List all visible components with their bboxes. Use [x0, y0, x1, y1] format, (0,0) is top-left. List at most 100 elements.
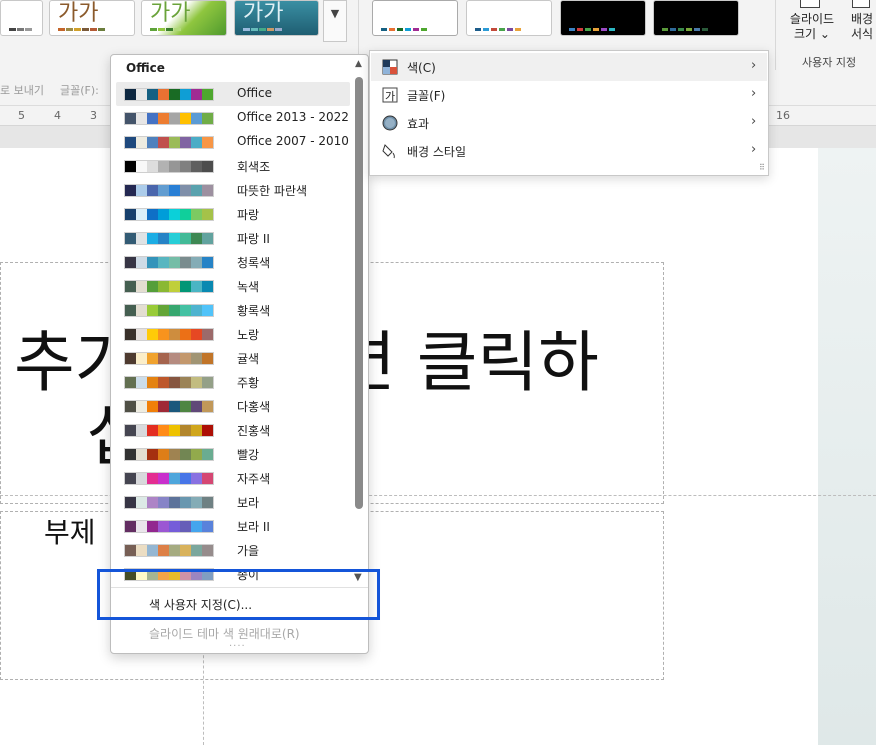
color-scheme-item[interactable]: 보라 [116, 490, 350, 514]
color-scheme-item[interactable]: Office [116, 82, 350, 106]
color-scheme-item[interactable]: 보라 II [116, 514, 350, 538]
theme-thumbnail[interactable] [0, 0, 43, 36]
variant-thumbnail[interactable] [466, 0, 552, 36]
scroll-up-arrow-icon[interactable]: ▲ [355, 59, 362, 69]
color-scheme-item[interactable]: 파랑 [116, 202, 350, 226]
color-swatch [125, 473, 136, 484]
color-scheme-name: 주황 [237, 376, 260, 390]
color-swatch [180, 521, 191, 532]
color-scheme-item[interactable]: 회색조 [116, 154, 350, 178]
color-scheme-item[interactable]: 녹색 [116, 274, 350, 298]
submenu-item-effects[interactable]: 효과 › [371, 109, 767, 137]
color-swatches [124, 424, 214, 437]
theme-thumbnail[interactable]: 가가 [141, 0, 227, 36]
color-swatch [158, 233, 169, 244]
color-swatch [191, 257, 202, 268]
color-scheme-item[interactable]: 진홍색 [116, 418, 350, 442]
chevron-down-icon: ▼ [330, 7, 340, 20]
color-swatch [191, 209, 202, 220]
color-scheme-dropdown: Office ▲ ▼ Office Office 2013 - 2022 Offic… [110, 54, 369, 654]
color-scheme-item[interactable]: 다홍색 [116, 394, 350, 418]
color-scheme-name: Office [237, 86, 273, 100]
color-swatches [124, 232, 214, 245]
color-scheme-item[interactable]: Office 2013 - 2022 [116, 106, 350, 130]
color-swatch [169, 281, 180, 292]
variant-thumbnail[interactable] [653, 0, 739, 36]
color-scheme-item[interactable]: 가을 [116, 538, 350, 562]
svg-text:가: 가 [385, 90, 395, 103]
color-swatch [147, 209, 158, 220]
color-swatch [125, 257, 136, 268]
color-swatch [158, 353, 169, 364]
color-swatch [147, 305, 158, 316]
resize-grip-icon[interactable]: ···· [229, 641, 246, 652]
slide-size-button[interactable]: 슬라이드 크기 ⌄ [786, 12, 838, 42]
color-swatch [191, 425, 202, 436]
color-scheme-name: 진홍색 [237, 424, 271, 438]
color-swatch [147, 185, 158, 196]
color-swatch [125, 281, 136, 292]
submenu-item-background-styles[interactable]: 배경 스타일 › [371, 137, 767, 165]
format-background-button[interactable]: 배경 서식 [846, 12, 876, 42]
color-swatch [191, 233, 202, 244]
themes-gallery-more-button[interactable]: ▼ [323, 0, 347, 42]
color-swatch [158, 161, 169, 172]
color-swatch [136, 305, 147, 316]
subtitle-text: 부제 [44, 516, 96, 549]
color-swatch [180, 185, 191, 196]
submenu-item-label: 배경 스타일 [407, 145, 467, 159]
color-swatch [136, 449, 147, 460]
color-swatch [136, 89, 147, 100]
color-swatch [147, 377, 158, 388]
color-swatch [191, 281, 202, 292]
color-swatch [180, 545, 191, 556]
color-swatch [158, 521, 169, 532]
color-swatch [202, 89, 213, 100]
color-scheme-item[interactable]: 황록색 [116, 298, 350, 322]
resize-grip-icon[interactable]: ⠿ [759, 163, 765, 172]
theme-thumbnail[interactable]: 가가 [234, 0, 319, 36]
color-scheme-name: 청록색 [237, 256, 271, 270]
color-swatch [202, 305, 213, 316]
color-scheme-item[interactable]: 노랑 [116, 322, 350, 346]
color-scheme-item[interactable]: 빨강 [116, 442, 350, 466]
color-swatch [136, 521, 147, 532]
color-swatch [169, 425, 180, 436]
color-swatch [136, 401, 147, 412]
submenu-item-colors[interactable]: 색(C) › [371, 53, 767, 81]
chevron-right-icon: › [751, 86, 757, 101]
color-swatch [147, 521, 158, 532]
color-scheme-name: 보라 [237, 496, 260, 510]
color-swatches [124, 352, 214, 365]
color-swatch [158, 89, 169, 100]
format-background-icon [852, 0, 870, 8]
theme-thumbnail[interactable]: 가가 [49, 0, 135, 36]
color-swatch [158, 377, 169, 388]
color-swatch [136, 353, 147, 364]
color-swatch [202, 113, 213, 124]
variant-thumbnail[interactable] [372, 0, 458, 36]
color-swatch [136, 329, 147, 340]
color-scheme-item[interactable]: 따뜻한 파란색 [116, 178, 350, 202]
color-swatch [202, 377, 213, 388]
color-swatch [180, 425, 191, 436]
color-scheme-item[interactable]: 파랑 II [116, 226, 350, 250]
color-swatch [147, 89, 158, 100]
submenu-item-fonts[interactable]: 가 글꼴(F) › [371, 81, 767, 109]
submenu-item-label: 색(C) [407, 61, 436, 75]
variant-thumbnail[interactable] [560, 0, 646, 36]
ruler-tick: 3 [90, 109, 97, 122]
color-scheme-item[interactable]: 청록색 [116, 250, 350, 274]
color-swatches [124, 304, 214, 317]
color-scheme-item[interactable]: 귤색 [116, 346, 350, 370]
color-swatch [202, 401, 213, 412]
title-text-right: 면 클릭하 [335, 324, 599, 401]
reset-theme-colors-command[interactable]: 슬라이드 테마 색 원래대로(R) [149, 625, 300, 642]
scrollbar-thumb[interactable] [355, 77, 363, 509]
color-scheme-item[interactable]: Office 2007 - 2010 [116, 130, 350, 154]
color-swatch [180, 281, 191, 292]
color-scheme-item[interactable]: 자주색 [116, 466, 350, 490]
color-scheme-item[interactable]: 주황 [116, 370, 350, 394]
color-swatch [169, 377, 180, 388]
color-swatch [202, 497, 213, 508]
